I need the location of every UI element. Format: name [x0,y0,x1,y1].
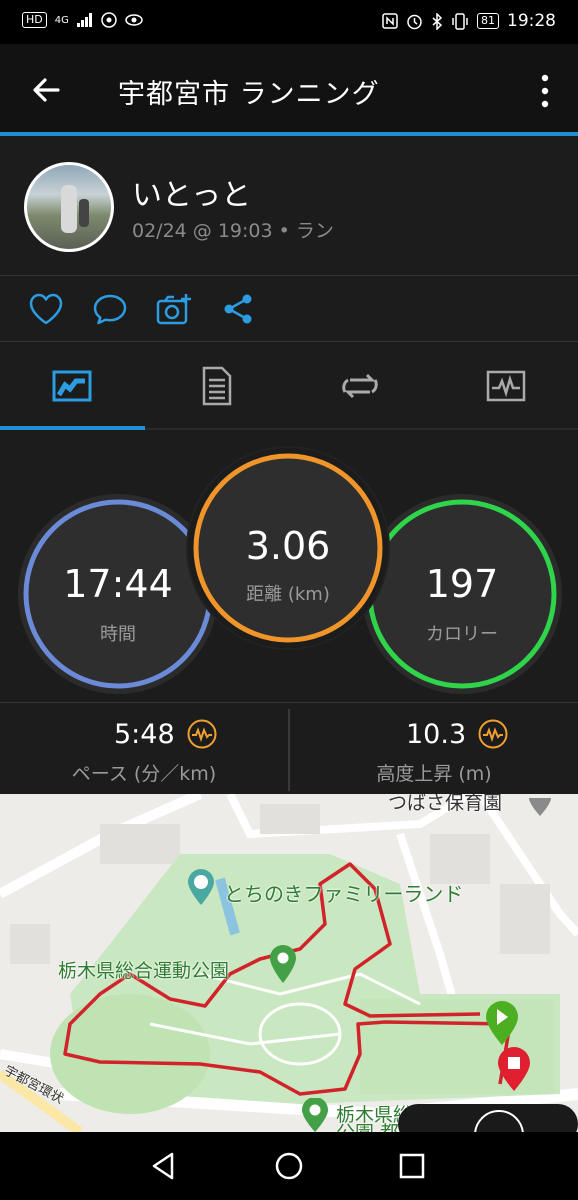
bluetooth-icon [432,12,443,30]
more-vert-icon[interactable] [538,74,552,108]
pace-label: ペース (分／km) [71,763,217,785]
elevation-chart-icon[interactable] [478,719,508,749]
avatar-runner-shape [79,199,89,227]
map-label-park-3: 公園 都 [336,1118,399,1132]
elevation-value: 10.3 [406,719,467,750]
status-right: 81 19:28 [382,11,556,31]
charts-icon[interactable] [486,366,526,406]
comment-icon[interactable] [92,292,128,326]
distance-value: 3.06 [245,524,331,568]
pace-stat[interactable]: 5:48 ペース (分／km) [0,703,288,795]
vibrate-icon [452,12,468,30]
map-label-family-land: とちのきファミリーランド [224,882,464,906]
share-icon[interactable] [220,292,256,326]
nav-back-icon[interactable] [148,1150,180,1182]
pace-chart-icon[interactable] [187,719,217,749]
nav-home-icon[interactable] [273,1150,305,1182]
pace-value: 5:48 [114,719,175,750]
calories-value: 197 [425,562,499,606]
signal-icon [76,13,92,27]
park-pin-icon[interactable] [300,1098,330,1132]
nursery-pin-icon[interactable] [527,794,553,816]
hd-icon: HD [22,12,47,28]
secondary-stats: 5:48 ペース (分／km) 10.3 高度上昇 (m) [0,702,578,794]
map-expand-button[interactable] [474,1110,524,1132]
battery-icon: 81 [477,13,499,29]
nfc-icon [382,13,398,29]
location-icon [101,12,117,28]
park-pin-icon[interactable] [268,944,298,984]
avatar-runner-shape [61,185,77,233]
route-map[interactable]: つばさ保育園 とちのきファミリーランド 栃木県総合運動公園 栃木県総合運動 公園… [0,794,578,1132]
end-marker-icon[interactable] [496,1046,532,1092]
details-icon[interactable] [196,366,236,406]
activity-profile: いとっと 02/24 @ 19:03 • ラン [0,136,578,276]
add-photo-icon[interactable] [156,292,192,326]
park-poi-icon[interactable] [186,868,216,906]
action-bar [0,276,578,342]
status-bar: HD 4G 81 19:28 [0,0,578,44]
distance-ring[interactable]: 3.06 距離 (km) [186,446,390,650]
distance-label: 距離 (km) [246,584,330,605]
status-left: HD 4G [22,12,143,28]
alarm-icon [407,14,422,29]
overview-icon[interactable] [52,366,92,406]
map-overlay-control[interactable] [398,1104,578,1132]
system-nav-bar [0,1132,578,1200]
laps-icon[interactable] [340,366,380,406]
detail-tabs [0,342,578,430]
network-type-label: 4G [54,14,69,26]
nav-recents-icon[interactable] [396,1150,428,1182]
stats-panel: 17:44 時間 197 カロリー 3.06 距離 (km) [0,430,578,702]
user-name[interactable]: いとっと [132,170,251,214]
map-label-nursery: つばさ保育園 [388,794,503,814]
elevation-label: 高度上昇 (m) [376,763,492,785]
back-arrow-icon[interactable] [28,72,64,108]
start-marker-icon[interactable] [484,1000,520,1046]
map-label-park: 栃木県総合運動公園 [58,960,230,982]
like-icon[interactable] [28,292,64,326]
app-bar: 宇都宮市 ランニング [0,44,578,136]
avatar[interactable] [24,162,114,252]
eye-icon [125,14,143,26]
clock: 19:28 [507,11,556,31]
page-title: 宇都宮市 ランニング [118,79,380,110]
calories-ring[interactable]: 197 カロリー [362,494,562,694]
elevation-stat[interactable]: 10.3 高度上昇 (m) [290,703,578,795]
calories-label: カロリー [426,624,498,645]
activity-meta: 02/24 @ 19:03 • ラン [132,220,334,242]
